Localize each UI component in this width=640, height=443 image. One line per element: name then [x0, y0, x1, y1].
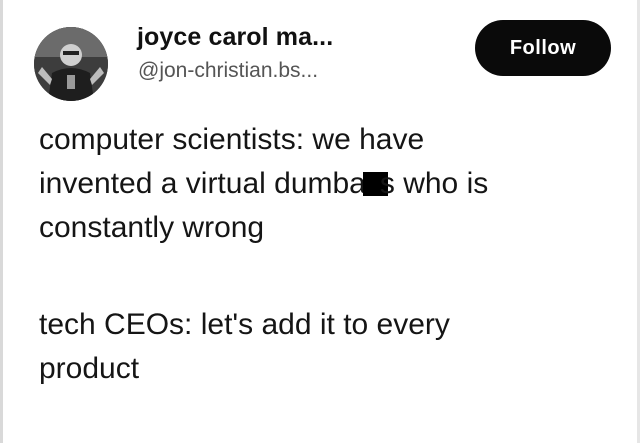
avatar-image [34, 27, 108, 101]
author-display-name[interactable]: joyce carol ma... [137, 23, 333, 52]
post-line: computer scientists: we have [39, 123, 425, 156]
post-paragraph-2: tech CEOs: let's add it to every product [39, 303, 450, 391]
post-card: joyce carol ma... @jon-christian.bs... F… [0, 0, 640, 443]
follow-button[interactable]: Follow [475, 20, 611, 76]
post-line: tech CEOs: let's add it to every [39, 308, 450, 341]
post-line: invented a virtual dumba s who is [39, 162, 488, 206]
post-text-fragment: invented a virtual dumba [39, 167, 366, 200]
avatar[interactable] [34, 27, 108, 101]
post-line: product [39, 352, 140, 385]
post-paragraph-1: computer scientists: we have invented a … [39, 118, 488, 250]
post-line: constantly wrong [39, 211, 265, 244]
post-text-fragment: s who is [379, 167, 489, 200]
author-handle[interactable]: @jon-christian.bs... [138, 59, 318, 83]
